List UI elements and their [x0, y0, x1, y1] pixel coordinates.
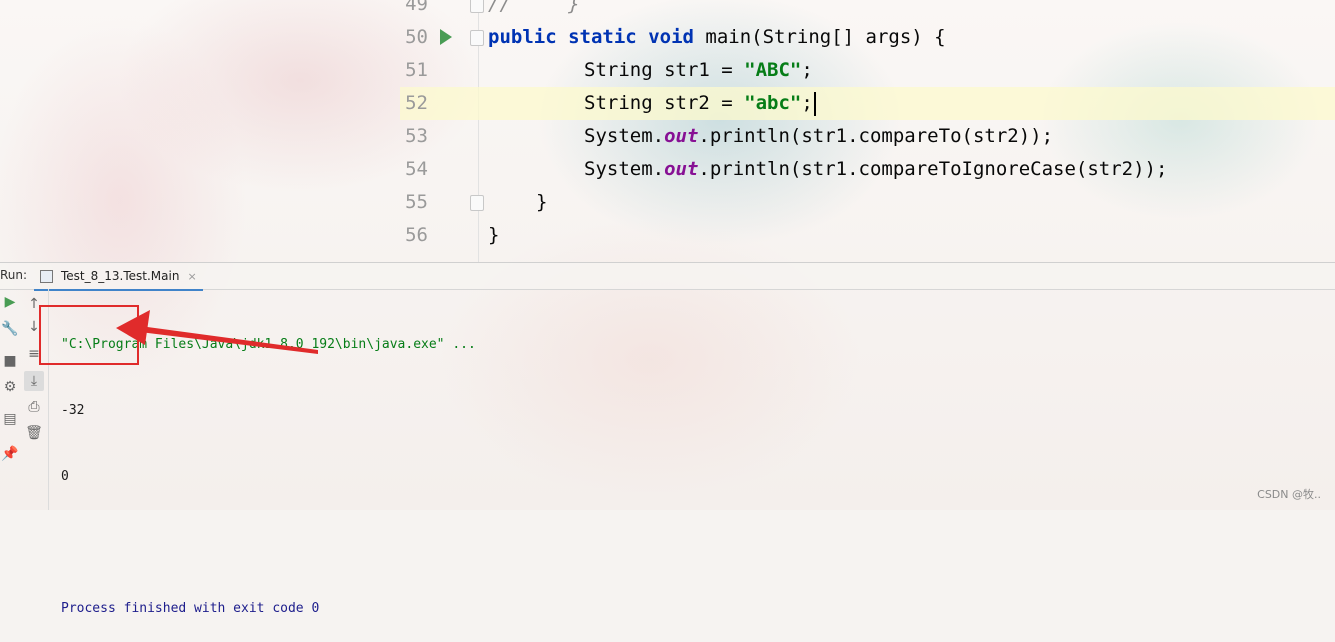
annotation-arrow	[116, 310, 318, 354]
watermark: CSDN @牧..	[1257, 488, 1321, 501]
process-finished-message: Process finished with exit code 0	[61, 601, 320, 616]
arrow-head	[116, 310, 150, 345]
arrow-shaft	[140, 326, 318, 354]
